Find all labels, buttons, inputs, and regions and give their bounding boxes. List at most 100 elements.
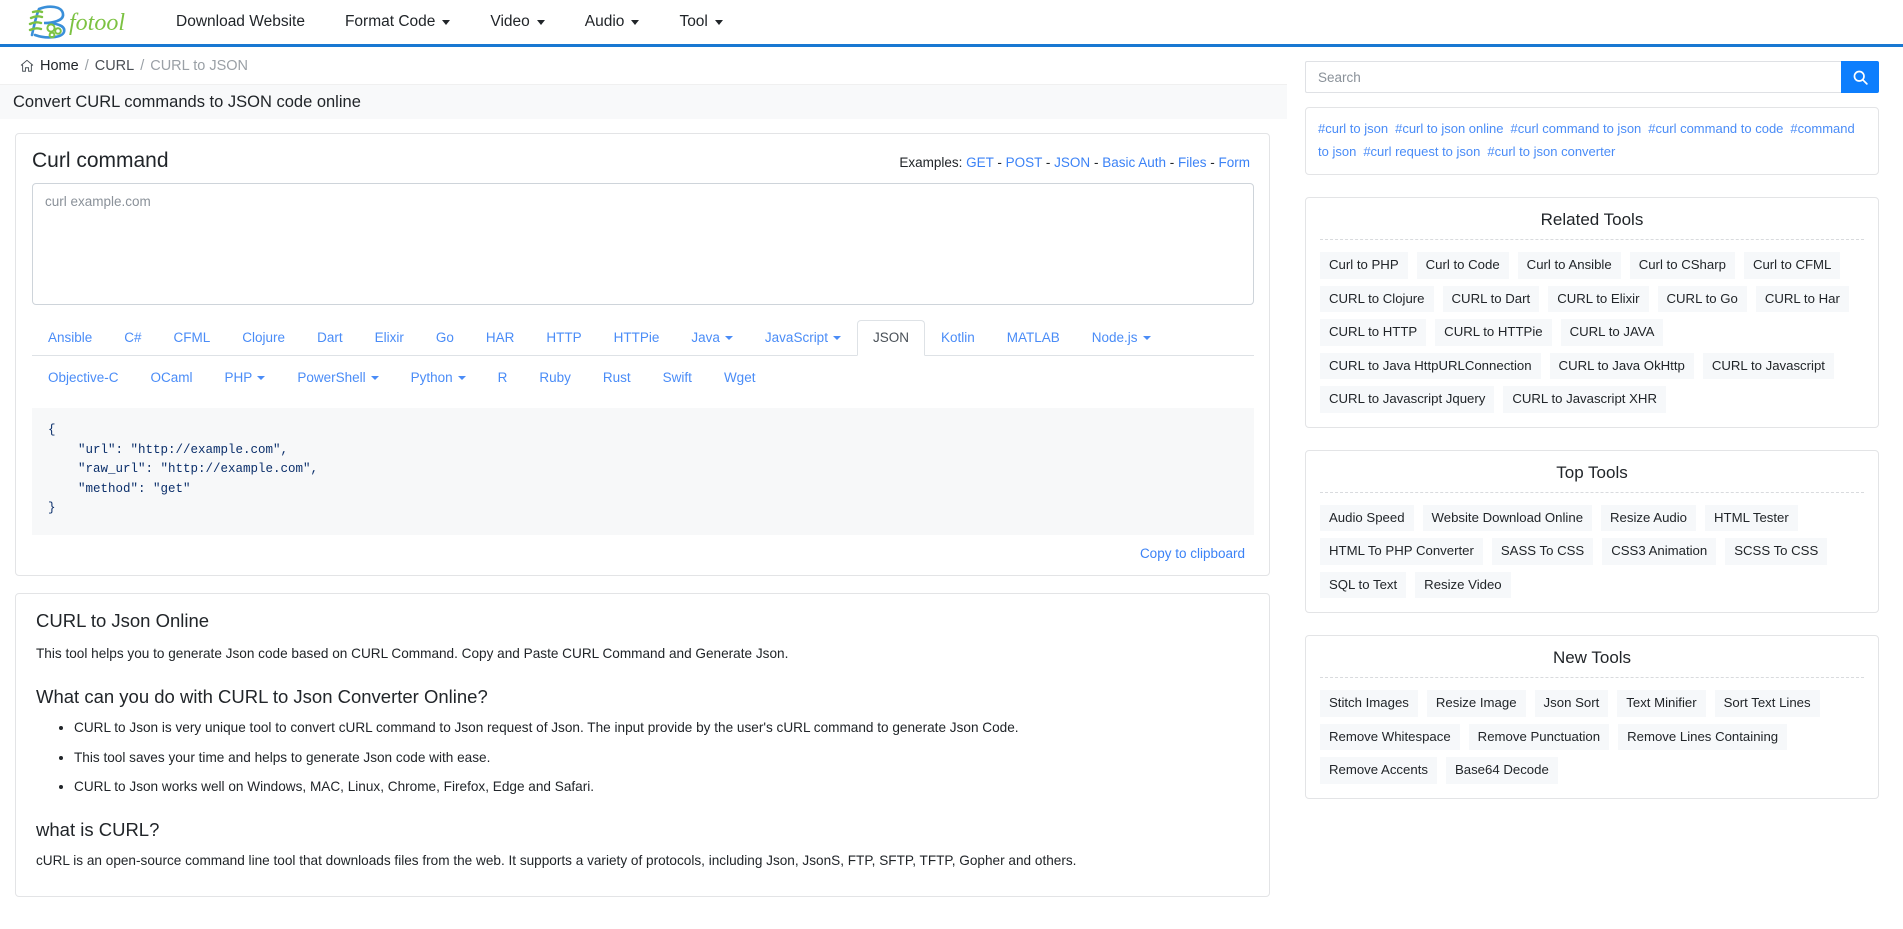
breadcrumb-home-link[interactable]: Home: [20, 58, 79, 74]
nav-item-video[interactable]: Video: [470, 7, 564, 37]
nav-item-format-code[interactable]: Format Code: [325, 7, 470, 37]
tool-chip[interactable]: SQL to Text: [1320, 572, 1406, 599]
tool-chip[interactable]: CURL to Java HttpURLConnection: [1320, 353, 1541, 380]
example-link-post[interactable]: POST: [1006, 155, 1043, 170]
tab-java[interactable]: Java: [675, 320, 749, 356]
nav-item-audio[interactable]: Audio: [565, 7, 660, 37]
tool-chip[interactable]: CURL to Go: [1658, 286, 1747, 313]
tool-chip[interactable]: CURL to Har: [1756, 286, 1849, 313]
tool-chip[interactable]: SASS To CSS: [1492, 538, 1593, 565]
example-link-get[interactable]: GET: [966, 155, 994, 170]
tool-chip[interactable]: CURL to Elixir: [1548, 286, 1648, 313]
tab-elixir[interactable]: Elixir: [359, 320, 420, 356]
keyword-tag[interactable]: #curl request to json: [1363, 144, 1480, 159]
tool-chip[interactable]: Audio Speed: [1320, 505, 1414, 532]
tool-chip[interactable]: SCSS To CSS: [1725, 538, 1827, 565]
breadcrumb-curl-link[interactable]: CURL: [95, 58, 134, 74]
tool-chip[interactable]: CURL to HTTPie: [1435, 319, 1551, 346]
tab-powershell[interactable]: PowerShell: [281, 360, 394, 396]
tool-chip[interactable]: Resize Video: [1415, 572, 1510, 599]
tool-chip[interactable]: Website Download Online: [1423, 505, 1593, 532]
tool-chip[interactable]: Curl to PHP: [1320, 252, 1408, 279]
nav-item-tool[interactable]: Tool: [659, 7, 742, 37]
tab-ansible[interactable]: Ansible: [32, 320, 108, 356]
search-button[interactable]: [1841, 61, 1879, 93]
example-link-form[interactable]: Form: [1219, 155, 1251, 170]
site-logo[interactable]: fotool: [22, 1, 130, 43]
tab-label: HAR: [486, 330, 515, 346]
tool-chip[interactable]: Remove Lines Containing: [1618, 724, 1787, 751]
tab-r[interactable]: R: [482, 360, 524, 396]
tab-ruby[interactable]: Ruby: [523, 360, 587, 396]
tab-python[interactable]: Python: [395, 360, 482, 396]
tool-chip[interactable]: Resize Audio: [1601, 505, 1696, 532]
tool-chip[interactable]: HTML To PHP Converter: [1320, 538, 1483, 565]
tool-chip[interactable]: CURL to Javascript XHR: [1503, 386, 1666, 413]
curl-command-input[interactable]: [32, 183, 1254, 305]
tab-json[interactable]: JSON: [857, 320, 925, 356]
tool-chip[interactable]: Curl to Code: [1417, 252, 1509, 279]
tab-swift[interactable]: Swift: [647, 360, 708, 396]
nav-item-download-website[interactable]: Download Website: [156, 7, 325, 37]
tool-chip[interactable]: Remove Whitespace: [1320, 724, 1460, 751]
tab-rust[interactable]: Rust: [587, 360, 647, 396]
tool-chip[interactable]: Remove Accents: [1320, 757, 1437, 784]
example-link-files[interactable]: Files: [1178, 155, 1207, 170]
tool-chip[interactable]: Curl to CSharp: [1630, 252, 1735, 279]
tool-chip[interactable]: CURL to Java OkHttp: [1550, 353, 1694, 380]
tool-chip[interactable]: Json Sort: [1535, 690, 1609, 717]
tab-ocaml[interactable]: OCaml: [135, 360, 209, 396]
tab-javascript[interactable]: JavaScript: [749, 320, 857, 356]
tab-objective-c[interactable]: Objective-C: [32, 360, 135, 396]
keyword-tag[interactable]: #curl to json converter: [1487, 144, 1615, 159]
sidebar-column: #curl to json #curl to json online #curl c…: [1287, 47, 1903, 799]
tool-chip[interactable]: HTML Tester: [1705, 505, 1798, 532]
tab-wget[interactable]: Wget: [708, 360, 772, 396]
tab-http[interactable]: HTTP: [530, 320, 597, 356]
copy-to-clipboard-button[interactable]: Copy to clipboard: [1140, 546, 1245, 561]
tab-dart[interactable]: Dart: [301, 320, 359, 356]
example-link-json[interactable]: JSON: [1054, 155, 1090, 170]
tool-chip[interactable]: Resize Image: [1427, 690, 1526, 717]
tab-cfml[interactable]: CFML: [158, 320, 227, 356]
tab-label: JavaScript: [765, 330, 828, 346]
tool-chip[interactable]: Curl to CFML: [1744, 252, 1840, 279]
keyword-tag[interactable]: #curl to json: [1318, 121, 1388, 136]
keyword-tag[interactable]: #curl command to json: [1511, 121, 1642, 136]
tab-node-js[interactable]: Node.js: [1076, 320, 1167, 356]
example-link-basic-auth[interactable]: Basic Auth: [1102, 155, 1166, 170]
tool-chip[interactable]: CURL to HTTP: [1320, 319, 1426, 346]
tab-har[interactable]: HAR: [470, 320, 531, 356]
tab-c-[interactable]: C#: [108, 320, 157, 356]
tool-chip[interactable]: Curl to Ansible: [1518, 252, 1621, 279]
tab-label: HTTPie: [614, 330, 660, 346]
tool-chip[interactable]: CURL to Javascript Jquery: [1320, 386, 1494, 413]
keyword-tag[interactable]: #curl to json online: [1395, 121, 1503, 136]
tool-chip[interactable]: Base64 Decode: [1446, 757, 1558, 784]
tool-chip[interactable]: CURL to Dart: [1443, 286, 1540, 313]
tab-clojure[interactable]: Clojure: [226, 320, 301, 356]
tool-chip[interactable]: CURL to Javascript: [1703, 353, 1834, 380]
search-input[interactable]: [1305, 61, 1841, 93]
tool-chip[interactable]: Stitch Images: [1320, 690, 1418, 717]
examples-label: Examples:: [899, 155, 962, 170]
keyword-tag-box: #curl to json #curl to json online #curl c…: [1305, 107, 1879, 175]
tab-kotlin[interactable]: Kotlin: [925, 320, 991, 356]
tool-chip[interactable]: CURL to JAVA: [1561, 319, 1664, 346]
chevron-down-icon: [442, 20, 450, 25]
keyword-tag[interactable]: #curl command to code: [1648, 121, 1783, 136]
tool-chip[interactable]: Remove Punctuation: [1469, 724, 1609, 751]
tool-chip[interactable]: CSS3 Animation: [1602, 538, 1716, 565]
tab-go[interactable]: Go: [420, 320, 470, 356]
tool-chip[interactable]: CURL to Clojure: [1320, 286, 1434, 313]
curl-input-wrapper: [16, 177, 1269, 308]
article-subheading-what-is: what is CURL?: [36, 819, 1249, 841]
tool-chip[interactable]: Sort Text Lines: [1715, 690, 1820, 717]
tab-label: PHP: [225, 370, 253, 386]
tab-php[interactable]: PHP: [209, 360, 282, 396]
nav-label: Download Website: [176, 13, 305, 31]
tab-httpie[interactable]: HTTPie: [598, 320, 676, 356]
tab-matlab[interactable]: MATLAB: [991, 320, 1076, 356]
panel-title: New Tools: [1320, 648, 1864, 678]
tool-chip[interactable]: Text Minifier: [1617, 690, 1705, 717]
